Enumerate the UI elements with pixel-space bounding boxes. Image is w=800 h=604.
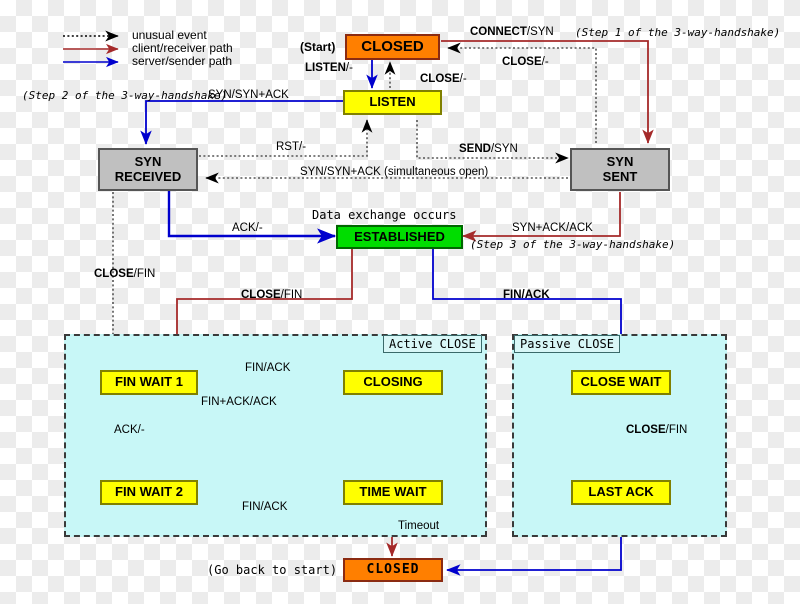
state-closed-bottom-label: CLOSED xyxy=(366,561,420,577)
transition-label-simultaneous-open: SYN/SYN+ACK (simultaneous open) xyxy=(300,166,489,178)
passive-close-label: Passive CLOSE xyxy=(514,335,620,353)
state-syn-received-line2: RECEIVED xyxy=(114,168,182,184)
transition-label-fin-ack-ack: FIN+ACK/ACK xyxy=(201,396,277,408)
annotation-step1: (Step 1 of the 3-way-handshake) xyxy=(575,26,781,39)
transition-label-syn-synack: SYN/SYN+ACK xyxy=(208,89,289,101)
transition-label-close-fin-mid: CLOSE/FIN xyxy=(241,289,303,301)
tcp-state-diagram: unusual event client/receiver path serve… xyxy=(0,0,800,604)
state-syn-sent[interactable]: SYN SENT xyxy=(570,148,670,191)
state-syn-received[interactable]: SYN RECEIVED xyxy=(98,148,198,191)
state-fin-wait-2-label: FIN WAIT 2 xyxy=(115,484,183,500)
state-closed-top-label: CLOSED xyxy=(361,37,424,55)
state-listen-label: LISTEN xyxy=(369,94,416,110)
state-fin-wait-1-label: FIN WAIT 1 xyxy=(115,374,183,390)
state-syn-sent-line1: SYN xyxy=(606,153,634,169)
transition-label-close-fin-cw: CLOSE/FIN xyxy=(626,424,688,436)
state-listen[interactable]: LISTEN xyxy=(343,90,442,115)
transition-label-rst-dash: RST/- xyxy=(276,141,307,153)
transition-label-fin-ack-est: FIN/ACK xyxy=(503,289,550,301)
transition-label-fin-ack-fw1: FIN/ACK xyxy=(245,362,291,374)
passive-close-region xyxy=(512,334,727,537)
transition-label-connect-syn: CONNECT/SYN xyxy=(470,26,554,38)
state-syn-sent-line2: SENT xyxy=(602,168,638,184)
annotation-start: (Start) xyxy=(300,40,336,54)
state-closed-bottom[interactable]: CLOSED xyxy=(343,558,443,582)
transition-label-ack-dash-fw: ACK/- xyxy=(114,424,145,436)
state-close-wait[interactable]: CLOSE WAIT xyxy=(571,370,671,395)
annotation-step2: (Step 2 of the 3-way-handshake) xyxy=(22,89,228,102)
state-time-wait-label: TIME WAIT xyxy=(359,484,427,500)
state-closing-label: CLOSING xyxy=(363,374,423,390)
state-syn-received-line1: SYN xyxy=(134,153,162,169)
state-established[interactable]: ESTABLISHED xyxy=(336,225,463,249)
state-fin-wait-1[interactable]: FIN WAIT 1 xyxy=(100,370,198,395)
state-fin-wait-2[interactable]: FIN WAIT 2 xyxy=(100,480,198,505)
active-close-label: Active CLOSE xyxy=(383,335,482,353)
transition-label-fin-ack-fw2: FIN/ACK xyxy=(242,501,288,513)
state-closed-top[interactable]: CLOSED xyxy=(345,34,440,60)
transition-label-synack-ack: SYN+ACK/ACK xyxy=(512,222,593,234)
transition-label-timeout: Timeout xyxy=(398,520,440,532)
transition-label-close-dash-right: CLOSE/- xyxy=(502,56,549,68)
legend-item-server-path: server/sender path xyxy=(132,54,233,68)
annotation-step3: (Step 3 of the 3-way-handshake) xyxy=(470,238,676,251)
transition-label-send-syn: SEND/SYN xyxy=(459,143,518,155)
legend-item-unusual-event: unusual event xyxy=(132,28,207,42)
annotation-data-exchange: Data exchange occurs xyxy=(312,208,457,222)
state-close-wait-label: CLOSE WAIT xyxy=(580,374,662,390)
legend-item-client-path: client/receiver path xyxy=(132,41,233,55)
state-last-ack-label: LAST ACK xyxy=(588,484,654,500)
state-established-label: ESTABLISHED xyxy=(354,228,445,244)
state-last-ack[interactable]: LAST ACK xyxy=(571,480,671,505)
state-closing[interactable]: CLOSING xyxy=(343,370,443,395)
transition-label-close-fin-left: CLOSE/FIN xyxy=(94,268,156,280)
state-time-wait[interactable]: TIME WAIT xyxy=(343,480,443,505)
transition-label-listen-dash: LISTEN/- xyxy=(305,62,353,74)
annotation-go-back: (Go back to start) xyxy=(207,563,338,577)
transition-label-close-dash-top: CLOSE/- xyxy=(420,73,467,85)
transition-label-ack-dash: ACK/- xyxy=(232,222,263,234)
